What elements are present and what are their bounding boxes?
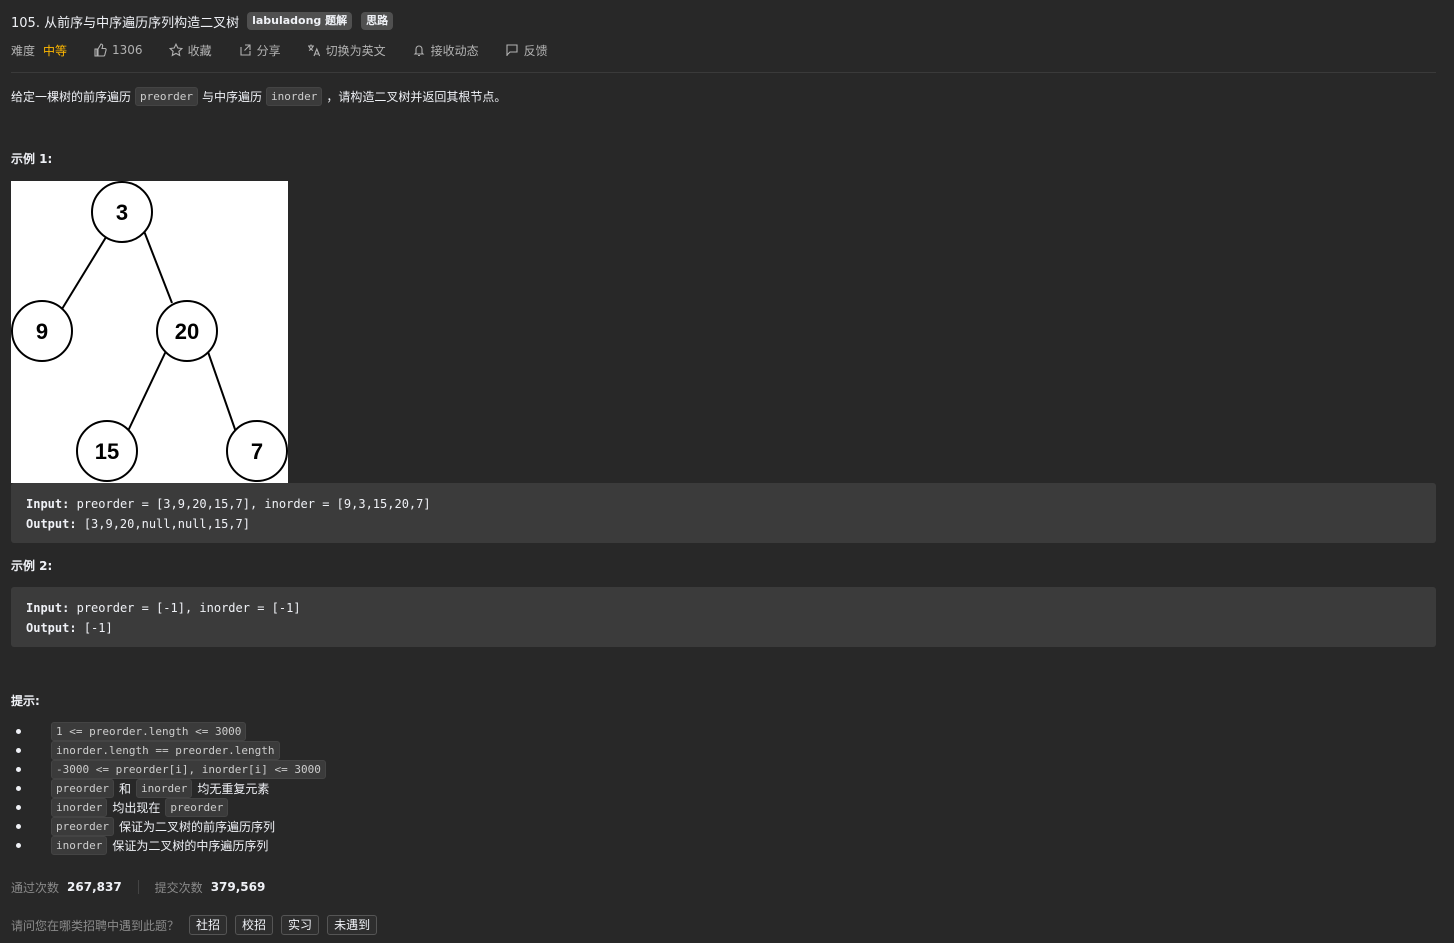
problem-description: 给定一棵树的前序遍历 preorder 与中序遍历 inorder ，请构造二叉… (11, 86, 506, 106)
binary-tree-diagram: 3 9 20 15 7 (11, 181, 288, 482)
feedback-button[interactable]: 反馈 (505, 42, 548, 59)
tag-labuladong[interactable]: labuladong 题解 (247, 12, 353, 30)
subscribe-button[interactable]: 接收动态 (412, 42, 479, 59)
star-icon (168, 43, 183, 57)
constraint-item: inorder 保证为二叉树的中序遍历序列 (16, 836, 330, 855)
problem-header: 105. 从前序与中序遍历序列构造二叉树 labuladong 题解 思路 (11, 10, 394, 32)
example-1-output: [3,9,20,null,null,15,7] (83, 517, 250, 531)
inline-code: preorder (135, 86, 198, 106)
constraint-text: 和 (118, 782, 131, 796)
accepted-label: 通过次数 (11, 880, 60, 895)
favorite-label: 收藏 (187, 43, 212, 58)
constraints-title: 提示: (11, 694, 40, 708)
input-label: Input: (26, 497, 70, 511)
example-2-title: 示例 2: (11, 559, 53, 573)
inline-code: preorder (51, 817, 114, 836)
survey-option-intern[interactable]: 实习 (281, 915, 320, 935)
output-label: Output: (26, 517, 77, 531)
survey-option-never[interactable]: 未遇到 (327, 915, 378, 935)
share-icon (240, 44, 251, 56)
constraint-text: 保证为二叉树的中序遍历序列 (112, 839, 269, 853)
survey-question: 请问您在哪类招聘中遇到此题？ (11, 918, 180, 933)
example-1-tree-image: 3 9 20 15 7 (11, 181, 288, 483)
example-2-input: preorder = [-1], inorder = [-1] (76, 601, 301, 615)
input-label: Input: (26, 601, 70, 615)
subscribe-label: 接收动态 (430, 43, 479, 58)
inline-code: inorder.length == preorder.length (51, 741, 280, 760)
example-1-input: preorder = [3,9,20,15,7], inorder = [9,3… (76, 497, 431, 511)
header-divider (11, 72, 1436, 73)
difficulty-value: 中等 (43, 43, 68, 58)
submission-stats: 通过次数 267,837 提交次数 379,569 (11, 878, 265, 896)
constraint-text: 均出现在 (112, 801, 161, 815)
problem-meta: 难度 中等 1306 收藏 分享 切换为英文 接收动态 反馈 (11, 41, 574, 59)
constraint-text: 保证为二叉树的前序遍历序列 (118, 820, 275, 834)
inline-code: inorder (266, 86, 323, 106)
tree-node-label: 3 (116, 200, 128, 225)
like-count: 1306 (112, 43, 143, 57)
constraint-item: 1 <= preorder.length <= 3000 (16, 722, 330, 741)
bell-icon (413, 45, 424, 57)
like-button[interactable]: 1306 (93, 43, 143, 57)
interview-survey: 请问您在哪类招聘中遇到此题？ 社招 校招 实习 未遇到 (11, 914, 385, 936)
example-1-title: 示例 1: (11, 152, 53, 166)
tree-node-label: 15 (95, 439, 119, 464)
example-2-code-block: Input: preorder = [-1], inorder = [-1] O… (11, 587, 1436, 647)
inline-code: inorder (51, 798, 108, 817)
flag-icon (506, 44, 518, 56)
description-text: 给定一棵树的前序遍历 (11, 89, 132, 104)
accepted-count: 267,837 (67, 880, 122, 894)
tree-node-label: 7 (251, 439, 263, 464)
constraint-item: inorder.length == preorder.length (16, 741, 330, 760)
feedback-label: 反馈 (523, 43, 548, 58)
tree-edge (61, 228, 112, 310)
difficulty-label: 难度 (11, 43, 36, 58)
tree-edge (143, 230, 173, 304)
inline-code: preorder (51, 779, 114, 798)
constraint-item: preorder 和 inorder 均无重复元素 (16, 779, 330, 798)
stats-divider (137, 880, 139, 894)
constraint-item: -3000 <= preorder[i], inorder[i] <= 3000 (16, 760, 330, 779)
constraint-item: inorder 均出现在 preorder (16, 798, 330, 817)
problem-title: 105. 从前序与中序遍历序列构造二叉树 (11, 15, 240, 31)
example-1-code-block: Input: preorder = [3,9,20,15,7], inorder… (11, 483, 1436, 543)
inline-code: -3000 <= preorder[i], inorder[i] <= 3000 (51, 760, 326, 779)
switch-language-label: 切换为英文 (325, 43, 386, 58)
translate-icon (307, 44, 320, 57)
thumbs-up-icon (94, 43, 107, 57)
description-text: 与中序遍历 (202, 89, 263, 104)
tree-edge (206, 348, 238, 436)
tree-node-label: 9 (36, 319, 48, 344)
constraint-text: 均无重复元素 (197, 782, 270, 796)
tree-node-label: 20 (175, 319, 199, 344)
tag-hint[interactable]: 思路 (361, 12, 394, 30)
example-2-output: [-1] (83, 621, 113, 635)
share-label: 分享 (256, 43, 281, 58)
share-button[interactable]: 分享 (238, 42, 281, 59)
submissions-count: 379,569 (210, 880, 266, 894)
inline-code: inorder (136, 779, 193, 798)
constraint-item: preorder 保证为二叉树的前序遍历序列 (16, 817, 330, 836)
inline-code: 1 <= preorder.length <= 3000 (51, 722, 247, 741)
switch-language-button[interactable]: 切换为英文 (307, 42, 386, 59)
tree-edge (127, 350, 167, 432)
survey-option-campus[interactable]: 校招 (235, 915, 274, 935)
survey-option-social[interactable]: 社招 (189, 915, 228, 935)
favorite-button[interactable]: 收藏 (168, 42, 212, 59)
submissions-label: 提交次数 (154, 880, 203, 895)
inline-code: inorder (51, 836, 108, 855)
description-text: ，请构造二叉树并返回其根节点。 (326, 89, 507, 104)
inline-code: preorder (165, 798, 229, 817)
constraints-list: 1 <= preorder.length <= 3000 inorder.len… (16, 722, 330, 855)
output-label: Output: (26, 621, 77, 635)
